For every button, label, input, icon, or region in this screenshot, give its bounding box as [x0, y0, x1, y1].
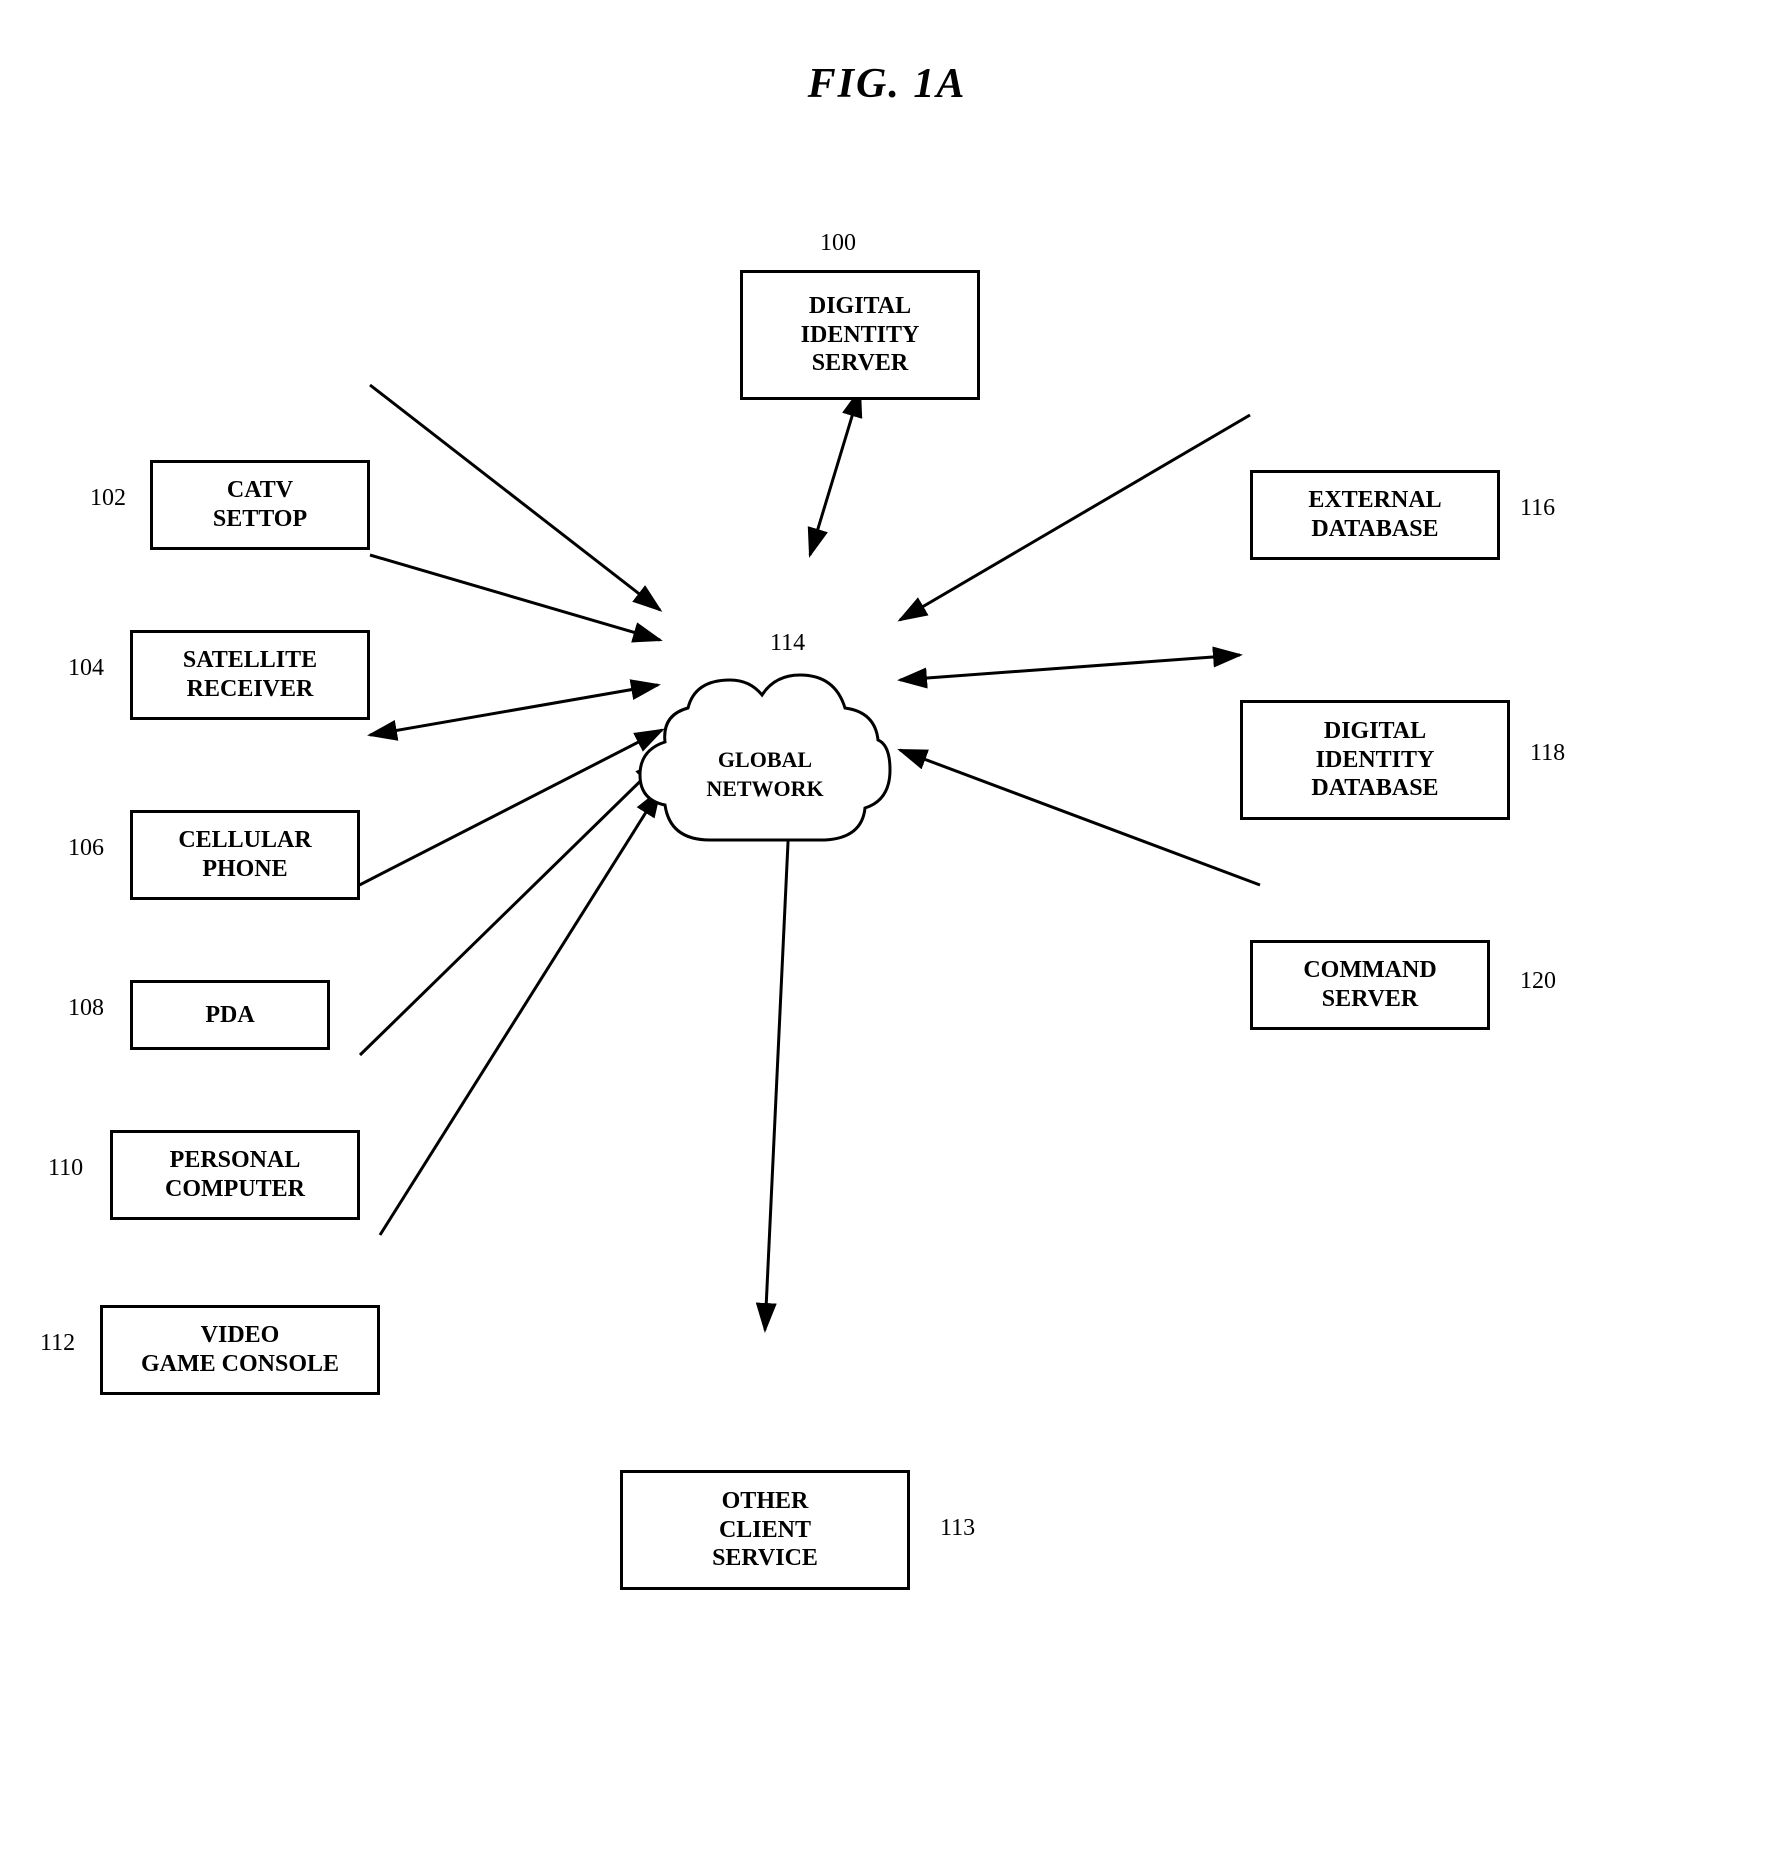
- node-label-video-game-console: VIDEO GAME CONSOLE: [141, 1321, 339, 1379]
- node-id-102: 102: [90, 485, 126, 512]
- cloud-label: GLOBAL NETWORK: [706, 746, 823, 803]
- node-id-113: 113: [940, 1515, 975, 1542]
- node-id-118: 118: [1530, 740, 1565, 767]
- node-command-server: COMMAND SERVER: [1250, 940, 1490, 1030]
- node-external-database: EXTERNAL DATABASE: [1250, 470, 1500, 560]
- node-catv-settop: CATV SETTOP: [150, 460, 370, 550]
- node-label-digital-identity-server: DIGITAL IDENTITY SERVER: [801, 292, 920, 378]
- node-satellite-receiver: SATELLITE RECEIVER: [130, 630, 370, 720]
- node-id-106: 106: [68, 835, 104, 862]
- node-label-satellite-receiver: SATELLITE RECEIVER: [183, 646, 317, 704]
- node-personal-computer: PERSONAL COMPUTER: [110, 1130, 360, 1220]
- node-digital-identity-database: DIGITAL IDENTITY DATABASE: [1240, 700, 1510, 820]
- node-label-personal-computer: PERSONAL COMPUTER: [165, 1146, 305, 1204]
- node-id-104: 104: [68, 655, 104, 682]
- node-label-command-server: COMMAND SERVER: [1303, 956, 1436, 1014]
- node-label-digital-identity-database: DIGITAL IDENTITY DATABASE: [1311, 717, 1438, 803]
- node-id-114: 114: [770, 630, 805, 657]
- node-pda: PDA: [130, 980, 330, 1050]
- diagram: DIGITAL IDENTITY SERVER 100 CATV SETTOP …: [0, 120, 1774, 1866]
- node-label-pda: PDA: [205, 1001, 254, 1030]
- page-title: FIG. 1A: [0, 0, 1774, 108]
- node-id-110: 110: [48, 1155, 83, 1182]
- node-label-other-client-service: OTHER CLIENT SERVICE: [712, 1487, 818, 1573]
- node-label-cellular-phone: CELLULAR PHONE: [178, 826, 311, 884]
- node-other-client-service: OTHER CLIENT SERVICE: [620, 1470, 910, 1590]
- node-id-120: 120: [1520, 968, 1556, 995]
- node-id-116: 116: [1520, 495, 1555, 522]
- node-global-network: GLOBAL NETWORK: [630, 660, 900, 890]
- node-label-external-database: EXTERNAL DATABASE: [1308, 486, 1441, 544]
- node-digital-identity-server: DIGITAL IDENTITY SERVER: [740, 270, 980, 400]
- node-cellular-phone: CELLULAR PHONE: [130, 810, 360, 900]
- node-id-108: 108: [68, 995, 104, 1022]
- node-id-100: 100: [820, 230, 856, 257]
- node-id-112: 112: [40, 1330, 75, 1357]
- node-label-catv-settop: CATV SETTOP: [213, 476, 307, 534]
- node-video-game-console: VIDEO GAME CONSOLE: [100, 1305, 380, 1395]
